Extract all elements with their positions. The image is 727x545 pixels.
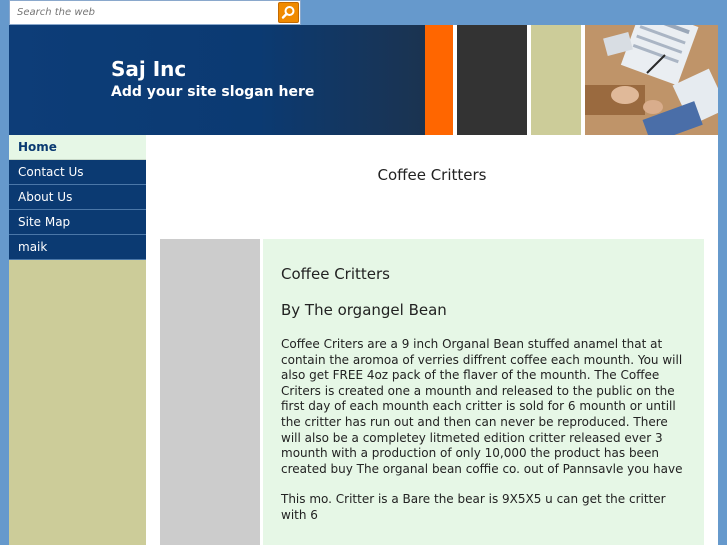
panel-subheading: By The organgel Bean xyxy=(281,301,447,319)
search-bar xyxy=(9,0,301,25)
header-photo xyxy=(585,25,718,135)
site-slogan: Add your site slogan here xyxy=(111,84,315,100)
sidebar: Home Contact Us About Us Site Map maik xyxy=(9,135,146,545)
main-content: Coffee Critters Coffee Critters By The o… xyxy=(146,135,718,545)
site-header: Saj Inc Add your site slogan here xyxy=(9,25,718,135)
panel-paragraph: This mo. Critter is a Bare the bear is 9… xyxy=(281,492,666,522)
nav-item-contact-us[interactable]: Contact Us xyxy=(9,160,146,185)
site-title: Saj Inc xyxy=(111,57,187,81)
nav-item-home[interactable]: Home xyxy=(9,135,146,160)
orange-stripe xyxy=(425,25,453,135)
page-title: Coffee Critters xyxy=(377,166,487,184)
content-panel: Coffee Critters By The organgel Bean Cof… xyxy=(263,239,704,545)
search-button[interactable] xyxy=(278,2,299,23)
khaki-stripe xyxy=(531,25,581,135)
nav-item-about-us[interactable]: About Us xyxy=(9,185,146,210)
search-icon xyxy=(281,6,295,19)
panel-heading: Coffee Critters xyxy=(281,265,390,283)
nav-item-site-map[interactable]: Site Map xyxy=(9,210,146,235)
panel-paragraph: Coffee Criters are a 9 inch Organal Bean… xyxy=(281,337,683,476)
dark-stripe xyxy=(457,25,527,135)
nav-item-maik[interactable]: maik xyxy=(9,235,146,260)
office-photo-image xyxy=(585,25,718,135)
search-input[interactable] xyxy=(10,1,278,24)
header-band: Saj Inc Add your site slogan here xyxy=(9,25,425,135)
gray-column xyxy=(160,239,260,545)
